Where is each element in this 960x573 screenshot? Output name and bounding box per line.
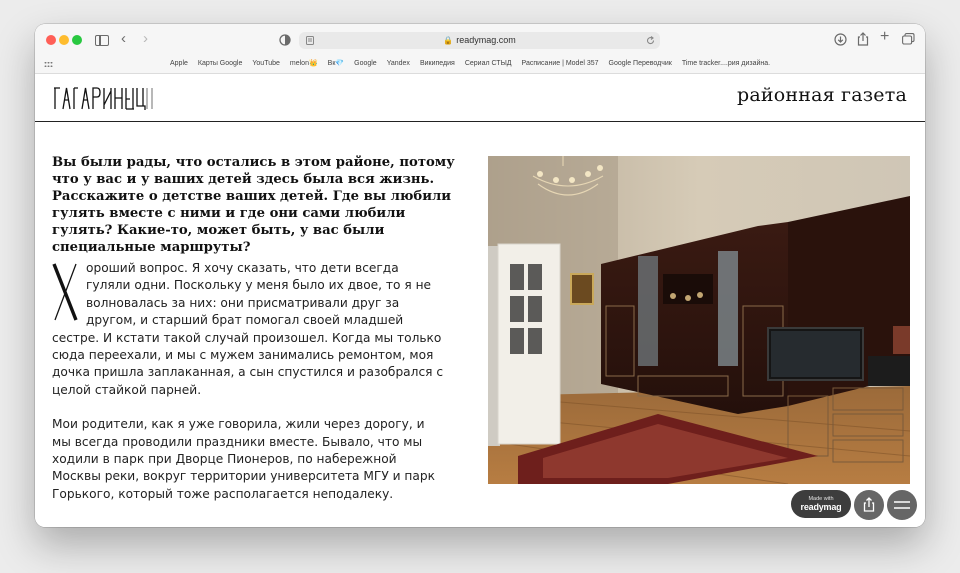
menu-button[interactable] — [887, 490, 917, 520]
new-tab-icon[interactable]: + — [880, 29, 889, 45]
answer-paragraph-1: ороший вопрос. Я хочу сказать, что дети … — [52, 261, 444, 397]
back-icon[interactable]: ‹ — [121, 31, 126, 47]
bookmark-item[interactable]: Википедия — [420, 60, 455, 67]
interview-answer: ороший вопрос. Я хочу сказать, что дети … — [52, 260, 447, 520]
bookmark-item[interactable]: Google Переводчик — [609, 60, 672, 67]
site-tagline: районная газета — [736, 84, 907, 106]
forward-icon[interactable]: › — [143, 31, 148, 47]
bookmarks-bar: Apple Карты Google YouTube melon👑 Вк💎 Google Y… — [35, 56, 925, 74]
bookmark-item[interactable]: Time tracker....рия дизайна. — [682, 60, 770, 67]
address-bar[interactable]: 🔒 readymag.com — [299, 32, 660, 49]
bookmark-item[interactable]: melon👑 — [290, 60, 318, 67]
bookmark-item[interactable]: Apple — [170, 60, 188, 67]
share-icon — [863, 497, 875, 512]
privacy-shield-icon[interactable] — [279, 34, 291, 46]
browser-window: ‹ › 🔒 readymag.com + Apple Карты Google … — [35, 24, 925, 527]
page-content: районная газета Вы были рады, что остали… — [35, 74, 925, 527]
answer-paragraph-2: Мои родители, как я уже говорила, жили ч… — [52, 417, 435, 501]
page-icon — [306, 36, 314, 45]
share-icon[interactable] — [857, 32, 869, 46]
newspaper-logo[interactable] — [52, 85, 162, 111]
interview-question: Вы были рады, что остались в этом районе… — [52, 155, 455, 255]
made-with-readymag-badge[interactable]: Made with readymag — [791, 490, 851, 518]
zoom-window-button[interactable] — [72, 35, 82, 45]
reload-icon[interactable] — [646, 36, 655, 45]
minimize-window-button[interactable] — [59, 35, 69, 45]
sidebar-toggle-icon[interactable] — [95, 35, 109, 46]
hamburger-icon — [894, 501, 910, 509]
bookmarks-list: Apple Карты Google YouTube melon👑 Вк💎 Google Y… — [170, 59, 780, 67]
bookmark-item[interactable]: YouTube — [252, 60, 280, 67]
drop-cap — [52, 263, 78, 321]
share-button[interactable] — [854, 490, 884, 520]
bookmark-item[interactable]: Google — [354, 60, 377, 67]
bookmark-item[interactable]: Карты Google — [198, 60, 242, 67]
downloads-icon[interactable] — [834, 33, 847, 46]
bookmark-item[interactable]: Расписание | Model 357 — [522, 60, 599, 67]
bookmark-item[interactable]: Yandex — [387, 60, 410, 67]
living-room-photo — [488, 156, 910, 484]
close-window-button[interactable] — [46, 35, 56, 45]
browser-toolbar: ‹ › 🔒 readymag.com + — [35, 24, 925, 56]
lock-icon: 🔒 — [443, 36, 454, 45]
bookmark-item[interactable]: Вк💎 — [328, 60, 344, 67]
url-text: readymag.com — [456, 35, 516, 45]
bookmark-item[interactable]: Сериал СТЫД — [465, 60, 512, 67]
header-divider — [35, 121, 925, 123]
grid-icon[interactable] — [44, 61, 53, 68]
tab-overview-icon[interactable] — [902, 33, 915, 45]
